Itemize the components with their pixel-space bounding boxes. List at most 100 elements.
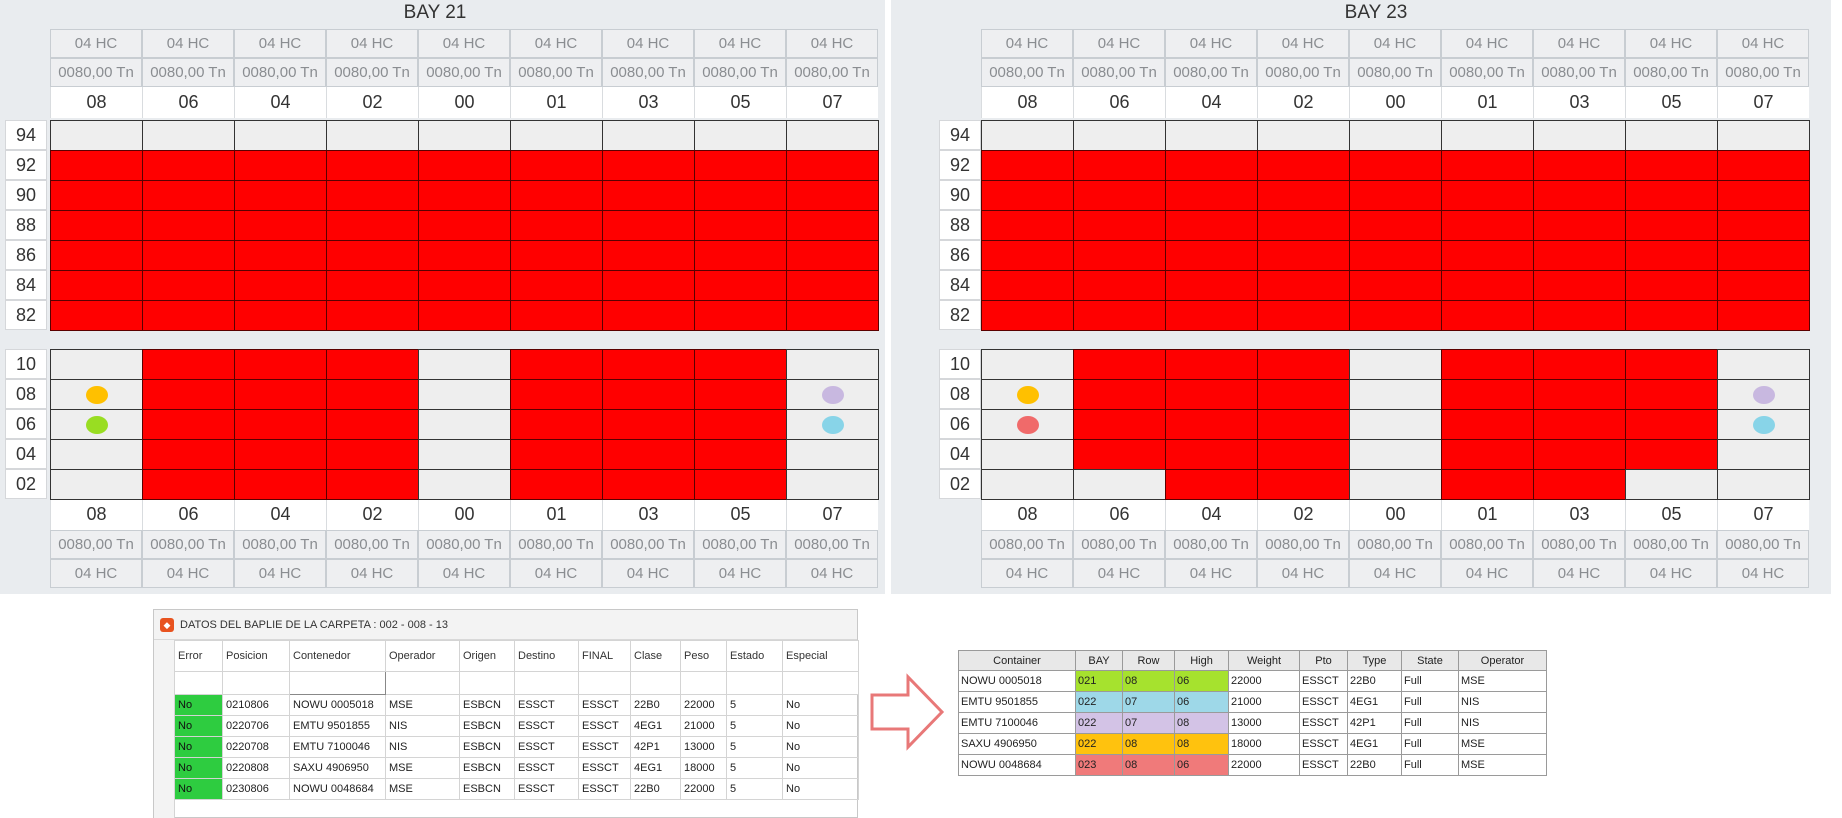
occupied-slot[interactable]	[418, 150, 511, 181]
occupied-slot[interactable]	[326, 349, 419, 380]
empty-slot[interactable]	[510, 120, 603, 151]
occupied-slot[interactable]	[981, 210, 1074, 241]
occupied-slot[interactable]	[326, 469, 419, 500]
occupied-slot[interactable]	[142, 469, 235, 500]
occupied-slot[interactable]	[234, 180, 327, 211]
occupied-slot[interactable]	[1625, 300, 1718, 331]
filter-cell[interactable]	[222, 671, 290, 695]
table-cell[interactable]: NOWU 0005018	[289, 694, 386, 716]
occupied-slot[interactable]	[602, 270, 695, 301]
empty-slot[interactable]	[786, 439, 879, 470]
occupied-slot[interactable]	[1625, 180, 1718, 211]
empty-slot[interactable]	[1349, 469, 1442, 500]
occupied-slot[interactable]	[1165, 150, 1258, 181]
empty-slot[interactable]	[1717, 469, 1810, 500]
filter-cell[interactable]	[385, 671, 460, 695]
occupied-slot[interactable]	[510, 469, 603, 500]
filter-cell[interactable]	[459, 671, 515, 695]
table-cell[interactable]: 0220706	[222, 715, 290, 737]
occupied-slot[interactable]	[510, 240, 603, 271]
container-marker-dot[interactable]	[85, 385, 108, 404]
table-row[interactable]: No 0220706 EMTU 9501855 NIS ESBCN ESSCT ESSCT 4…	[174, 715, 859, 737]
empty-slot[interactable]	[1717, 349, 1810, 380]
occupied-slot[interactable]	[1625, 379, 1718, 410]
occupied-slot[interactable]	[510, 439, 603, 470]
empty-slot[interactable]	[50, 120, 143, 151]
occupied-slot[interactable]	[50, 300, 143, 331]
occupied-slot[interactable]	[602, 469, 695, 500]
column-header[interactable]: Origen	[459, 640, 515, 672]
occupied-slot[interactable]	[1257, 439, 1350, 470]
occupied-slot[interactable]	[1257, 409, 1350, 440]
occupied-slot[interactable]	[510, 210, 603, 241]
occupied-slot[interactable]	[50, 240, 143, 271]
empty-slot[interactable]	[786, 120, 879, 151]
occupied-slot[interactable]	[602, 180, 695, 211]
occupied-slot[interactable]	[1625, 409, 1718, 440]
table-cell[interactable]: No	[782, 778, 859, 800]
occupied-slot[interactable]	[1349, 300, 1442, 331]
filter-cell[interactable]	[514, 671, 579, 695]
column-header[interactable]: FINAL	[578, 640, 631, 672]
empty-slot[interactable]	[50, 379, 143, 410]
occupied-slot[interactable]	[1073, 270, 1166, 301]
occupied-slot[interactable]	[602, 210, 695, 241]
occupied-slot[interactable]	[1165, 349, 1258, 380]
table-cell[interactable]: No	[174, 778, 223, 800]
occupied-slot[interactable]	[1165, 409, 1258, 440]
occupied-slot[interactable]	[142, 349, 235, 380]
container-marker-dot[interactable]	[1016, 415, 1039, 434]
table-cell[interactable]: NIS	[385, 715, 460, 737]
column-header[interactable]: Contenedor	[289, 640, 386, 672]
filter-row[interactable]	[174, 671, 859, 695]
table-cell[interactable]: ESSCT	[514, 736, 579, 758]
empty-slot[interactable]	[1349, 349, 1442, 380]
occupied-slot[interactable]	[1441, 150, 1534, 181]
empty-slot[interactable]	[418, 379, 511, 410]
empty-slot[interactable]	[1717, 120, 1810, 151]
empty-slot[interactable]	[602, 120, 695, 151]
table-cell[interactable]: ESBCN	[459, 757, 515, 779]
occupied-slot[interactable]	[1533, 379, 1626, 410]
table-cell[interactable]: NOWU 0048684	[289, 778, 386, 800]
table-cell[interactable]: No	[782, 757, 859, 779]
occupied-slot[interactable]	[1349, 210, 1442, 241]
occupied-slot[interactable]	[981, 270, 1074, 301]
occupied-slot[interactable]	[1533, 210, 1626, 241]
empty-slot[interactable]	[786, 379, 879, 410]
occupied-slot[interactable]	[1717, 210, 1810, 241]
empty-slot[interactable]	[326, 120, 419, 151]
occupied-slot[interactable]	[1533, 270, 1626, 301]
container-marker-dot[interactable]	[1016, 385, 1039, 404]
occupied-slot[interactable]	[694, 270, 787, 301]
occupied-slot[interactable]	[694, 240, 787, 271]
occupied-slot[interactable]	[510, 150, 603, 181]
table-cell[interactable]: 0220708	[222, 736, 290, 758]
filter-cell[interactable]	[726, 671, 783, 695]
occupied-slot[interactable]	[1717, 300, 1810, 331]
occupied-slot[interactable]	[510, 270, 603, 301]
occupied-slot[interactable]	[1441, 349, 1534, 380]
container-marker-dot[interactable]	[85, 415, 108, 434]
occupied-slot[interactable]	[510, 180, 603, 211]
occupied-slot[interactable]	[326, 210, 419, 241]
empty-slot[interactable]	[1441, 120, 1534, 151]
occupied-slot[interactable]	[1441, 409, 1534, 440]
occupied-slot[interactable]	[1257, 270, 1350, 301]
table-cell[interactable]: 0220808	[222, 757, 290, 779]
empty-slot[interactable]	[1349, 409, 1442, 440]
table-cell[interactable]: ESBCN	[459, 715, 515, 737]
column-header[interactable]: Posicion	[222, 640, 290, 672]
occupied-slot[interactable]	[694, 349, 787, 380]
occupied-slot[interactable]	[1625, 270, 1718, 301]
occupied-slot[interactable]	[1165, 210, 1258, 241]
occupied-slot[interactable]	[1533, 150, 1626, 181]
empty-slot[interactable]	[981, 379, 1074, 410]
filter-cell[interactable]	[680, 671, 727, 695]
occupied-slot[interactable]	[1717, 270, 1810, 301]
occupied-slot[interactable]	[602, 379, 695, 410]
occupied-slot[interactable]	[1073, 439, 1166, 470]
table-cell[interactable]: ESSCT	[578, 778, 631, 800]
empty-slot[interactable]	[1625, 469, 1718, 500]
occupied-slot[interactable]	[1625, 240, 1718, 271]
